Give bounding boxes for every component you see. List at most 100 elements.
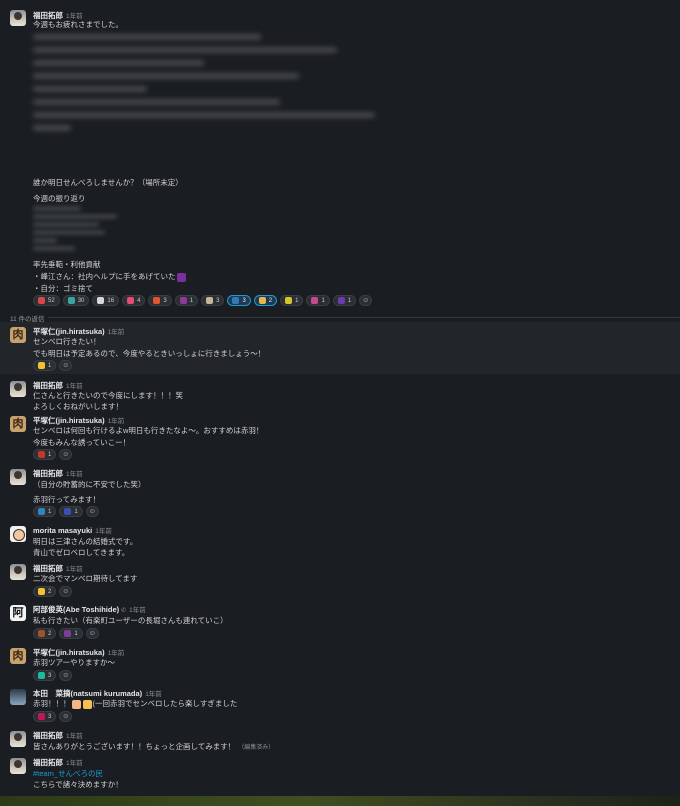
message-text: 二次会でマンベロ期待してます <box>33 574 138 583</box>
reaction-count: 3 <box>48 672 52 679</box>
reaction-pill[interactable]: 3 <box>148 295 172 306</box>
author-name[interactable]: 福田拓郎 <box>33 381 63 390</box>
add-reaction-icon[interactable]: ☺ <box>85 628 99 639</box>
channel-link[interactable]: #team_せんべろの民 <box>33 769 103 778</box>
avatar[interactable] <box>10 10 26 26</box>
purple-badge-icon <box>179 297 187 304</box>
reaction-pill[interactable]: 2 <box>33 628 57 639</box>
avatar[interactable]: 肉 <box>10 327 26 343</box>
avatar[interactable]: 阿 <box>10 605 26 621</box>
reply-message: 福田拓郎 1年前 #team_せんべろの民 こちらで諸々決めますか！ <box>0 755 680 791</box>
reaction-pill[interactable]: 1 <box>59 506 83 517</box>
timestamp[interactable]: 1年前 <box>66 760 83 767</box>
reaction-pill[interactable]: 1 <box>332 295 357 306</box>
message-text: 私も行きたい（有楽町ユーザーの長堀さんも連れていこ） <box>33 616 228 625</box>
avatar[interactable] <box>10 731 26 747</box>
message-text: 誰か明日せんべろしませんか？（場所未定） <box>33 178 183 187</box>
timestamp[interactable]: 1年前 <box>108 418 125 425</box>
author-name[interactable]: 平塚仁(jin.hiratsuka) <box>33 648 105 657</box>
reaction-bar: 2 1 ☺ <box>33 628 99 639</box>
timestamp[interactable]: 1年前 <box>66 383 83 390</box>
author-name[interactable]: 福田拓郎 <box>33 564 63 573</box>
reaction-pill[interactable]: 2 <box>253 295 278 306</box>
reaction-pill[interactable]: 1 <box>33 506 57 517</box>
reaction-pill[interactable]: 1 <box>280 295 304 306</box>
reaction-pill[interactable]: 3 <box>227 295 251 306</box>
add-reaction-icon[interactable]: ☺ <box>59 586 73 597</box>
reaction-count: 1 <box>74 630 78 637</box>
grin-icon <box>38 362 45 369</box>
message-text: センベロ行きたい！ <box>33 337 101 346</box>
add-reaction-icon[interactable]: ☺ <box>59 449 73 460</box>
reaction-bar: 52 30 16 4 3 1 3 3 2 1 1 1 ☺ <box>33 295 373 306</box>
message-text-body: 皆さんありがとうございます！！ちょっと企画してみます！ <box>33 742 236 751</box>
avatar[interactable]: 肉 <box>10 416 26 432</box>
reply-message: 肉 平塚仁(jin.hiratsuka) 1年前 センベロ行きたい！ でも明日は予… <box>0 322 680 374</box>
timestamp[interactable]: 1年前 <box>66 733 83 740</box>
reaction-pill[interactable]: 1 <box>306 295 330 306</box>
add-reaction-icon[interactable]: ☺ <box>59 670 73 681</box>
timestamp[interactable]: 1年前 <box>66 566 83 573</box>
timestamp[interactable]: 1年前 <box>108 329 125 336</box>
reaction-count: 1 <box>74 508 78 515</box>
timestamp[interactable]: 1年前 <box>66 471 83 478</box>
timestamp[interactable]: 1年前 <box>108 650 125 657</box>
avatar[interactable] <box>10 526 26 542</box>
reaction-pill[interactable]: 3 <box>201 295 225 306</box>
reaction-bar: 3 ☺ <box>33 711 73 722</box>
add-reaction-icon[interactable]: ☺ <box>59 711 73 722</box>
author-name[interactable]: 福田拓郎 <box>33 731 63 740</box>
author-name[interactable]: 福田拓郎 <box>33 758 63 767</box>
reaction-pill[interactable]: 3 <box>33 670 57 681</box>
reaction-pill[interactable]: 4 <box>122 295 146 306</box>
red-badge-icon <box>38 451 45 458</box>
author-name[interactable]: 平塚仁(jin.hiratsuka) <box>33 327 105 336</box>
reaction-count: 16 <box>107 297 115 304</box>
message-text: ・峰江さん：社内ヘルプに手をあげていた <box>33 271 187 282</box>
message-text: ・自分：ゴミ捨て <box>33 284 93 293</box>
add-reaction-icon[interactable]: ☺ <box>359 295 373 306</box>
add-reaction-icon[interactable]: ☺ <box>59 360 73 371</box>
author-name[interactable]: 阿部俊英(Abe Toshihide) <box>33 605 119 614</box>
composer-strip[interactable] <box>0 796 680 806</box>
avatar[interactable] <box>10 381 26 397</box>
avatar[interactable] <box>10 758 26 774</box>
reply-message: 肉 平塚仁(jin.hiratsuka) 1年前 センベロは何回も行けるよw明日も… <box>0 413 680 463</box>
reaction-pill[interactable]: 3 <box>33 711 57 722</box>
avatar[interactable] <box>10 469 26 485</box>
redacted-content <box>33 26 413 146</box>
reaction-pill[interactable]: 30 <box>62 295 90 306</box>
avatar[interactable]: 肉 <box>10 648 26 664</box>
fire-icon <box>38 297 45 304</box>
message-text: 赤羽ツアーやりますか〜 <box>33 658 116 667</box>
reaction-pill[interactable]: 2 <box>33 586 57 597</box>
author-name[interactable]: 福田拓郎 <box>33 469 63 478</box>
timestamp[interactable]: 1年前 <box>145 691 162 698</box>
author-name[interactable]: morita masayuki <box>33 526 92 535</box>
reaction-pill[interactable]: 1 <box>33 449 57 460</box>
redacted-content <box>33 202 153 255</box>
avatar[interactable] <box>10 564 26 580</box>
reaction-pill[interactable]: 1 <box>174 295 199 306</box>
reply-message: 肉 平塚仁(jin.hiratsuka) 1年前 赤羽ツアーやりますか〜 3 ☺ <box>0 645 680 683</box>
message-header: morita masayuki 1年前 <box>33 525 112 535</box>
message-text-suffix: (一回赤羽でセンベロしたら楽しすぎました <box>92 699 238 708</box>
reaction-pill[interactable]: 1 <box>33 360 57 371</box>
avatar[interactable] <box>10 689 26 705</box>
reaction-count: 1 <box>48 451 52 458</box>
timestamp[interactable]: 1年前 <box>95 528 112 535</box>
reaction-count: 3 <box>163 297 167 304</box>
message-header: 福田拓郎 1年前 <box>33 730 83 741</box>
bullet-text: ・峰江さん：社内ヘルプに手をあげていた <box>33 272 176 281</box>
reaction-pill[interactable]: 1 <box>59 628 83 639</box>
author-name[interactable]: 平塚仁(jin.hiratsuka) <box>33 416 105 425</box>
reaction-pill[interactable]: 16 <box>92 295 120 306</box>
yellow-box-icon <box>258 297 266 304</box>
message-text: 赤羽！！！ (一回赤羽でセンベロしたら楽しすぎました <box>33 698 237 709</box>
parent-message: 福田拓郎 1年前 今週もお疲れさまでした。 誰か明日せんべろしませんか？（場所未定… <box>0 4 680 312</box>
timestamp[interactable]: 1年前 <box>129 607 146 614</box>
reaction-pill[interactable]: 52 <box>33 295 60 306</box>
add-reaction-icon[interactable]: ☺ <box>85 506 99 517</box>
author-name[interactable]: 本田 菜摘(natsumi kurumada) <box>33 689 142 698</box>
reaction-count: 2 <box>268 297 273 304</box>
